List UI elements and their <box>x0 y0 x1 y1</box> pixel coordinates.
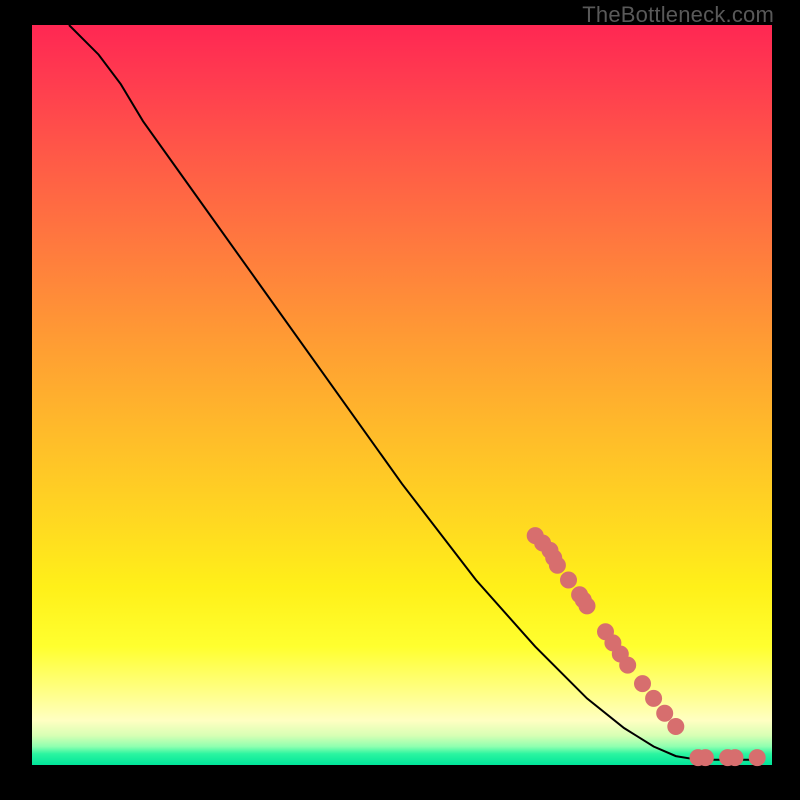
data-marker <box>620 657 636 673</box>
data-marker <box>635 676 651 692</box>
data-marker <box>579 598 595 614</box>
bottleneck-curve <box>69 25 757 760</box>
data-markers-group <box>527 528 765 766</box>
chart-overlay-svg <box>32 25 772 765</box>
data-marker <box>727 750 743 766</box>
data-marker <box>549 557 565 573</box>
watermark-label: TheBottleneck.com <box>582 2 774 28</box>
data-marker <box>668 719 684 735</box>
data-marker <box>646 690 662 706</box>
data-marker <box>657 705 673 721</box>
data-marker <box>749 750 765 766</box>
data-marker <box>561 572 577 588</box>
data-marker <box>697 750 713 766</box>
chart-stage: TheBottleneck.com <box>0 0 800 800</box>
